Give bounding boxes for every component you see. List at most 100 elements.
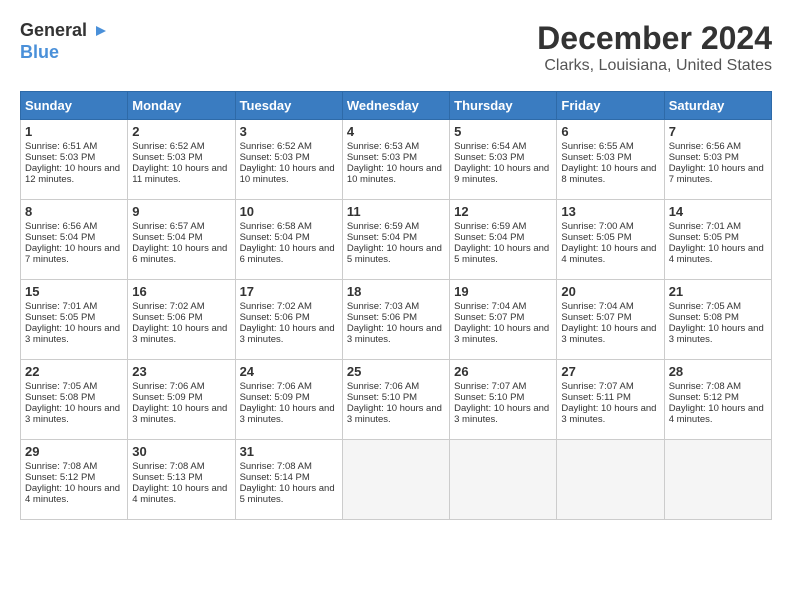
sunrise-label: Sunrise: 6:58 AM: [240, 221, 312, 232]
sunrise-label: Sunrise: 7:00 AM: [561, 221, 633, 232]
sunrise-label: Sunrise: 7:02 AM: [132, 301, 204, 312]
sunrise-label: Sunrise: 7:01 AM: [25, 301, 97, 312]
daylight-label: Daylight: 10 hours and 4 minutes.: [25, 483, 120, 505]
sunset-label: Sunset: 5:06 PM: [132, 312, 202, 323]
month-title: December 2024: [537, 20, 772, 57]
day-number: 27: [561, 364, 659, 379]
day-number: 10: [240, 204, 338, 219]
col-tuesday: Tuesday: [235, 92, 342, 120]
daylight-label: Daylight: 10 hours and 6 minutes.: [132, 243, 227, 265]
daylight-label: Daylight: 10 hours and 3 minutes.: [454, 323, 549, 345]
day-number: 31: [240, 444, 338, 459]
sunset-label: Sunset: 5:05 PM: [669, 232, 739, 243]
calendar-cell: 8 Sunrise: 6:56 AM Sunset: 5:04 PM Dayli…: [21, 200, 128, 280]
daylight-label: Daylight: 10 hours and 3 minutes.: [454, 403, 549, 425]
calendar-cell: 22 Sunrise: 7:05 AM Sunset: 5:08 PM Dayl…: [21, 360, 128, 440]
day-number: 11: [347, 204, 445, 219]
calendar-cell: 12 Sunrise: 6:59 AM Sunset: 5:04 PM Dayl…: [450, 200, 557, 280]
sunrise-label: Sunrise: 6:52 AM: [132, 141, 204, 152]
sunset-label: Sunset: 5:12 PM: [669, 392, 739, 403]
sunrise-label: Sunrise: 6:54 AM: [454, 141, 526, 152]
sunset-label: Sunset: 5:03 PM: [669, 152, 739, 163]
sunset-label: Sunset: 5:04 PM: [347, 232, 417, 243]
daylight-label: Daylight: 10 hours and 5 minutes.: [347, 243, 442, 265]
sunrise-label: Sunrise: 7:03 AM: [347, 301, 419, 312]
sunrise-label: Sunrise: 7:08 AM: [669, 381, 741, 392]
sunrise-label: Sunrise: 6:55 AM: [561, 141, 633, 152]
sunset-label: Sunset: 5:06 PM: [347, 312, 417, 323]
calendar-cell: 7 Sunrise: 6:56 AM Sunset: 5:03 PM Dayli…: [664, 120, 771, 200]
sunrise-label: Sunrise: 7:08 AM: [132, 461, 204, 472]
daylight-label: Daylight: 10 hours and 5 minutes.: [240, 483, 335, 505]
daylight-label: Daylight: 10 hours and 3 minutes.: [25, 403, 120, 425]
location: Clarks, Louisiana, United States: [537, 57, 772, 75]
calendar-cell: 10 Sunrise: 6:58 AM Sunset: 5:04 PM Dayl…: [235, 200, 342, 280]
daylight-label: Daylight: 10 hours and 4 minutes.: [669, 403, 764, 425]
daylight-label: Daylight: 10 hours and 4 minutes.: [669, 243, 764, 265]
col-friday: Friday: [557, 92, 664, 120]
calendar-cell: 31 Sunrise: 7:08 AM Sunset: 5:14 PM Dayl…: [235, 440, 342, 520]
daylight-label: Daylight: 10 hours and 3 minutes.: [240, 323, 335, 345]
sunrise-label: Sunrise: 7:08 AM: [25, 461, 97, 472]
calendar-cell: 2 Sunrise: 6:52 AM Sunset: 5:03 PM Dayli…: [128, 120, 235, 200]
sunset-label: Sunset: 5:13 PM: [132, 472, 202, 483]
calendar-week-row: 29 Sunrise: 7:08 AM Sunset: 5:12 PM Dayl…: [21, 440, 772, 520]
sunrise-label: Sunrise: 6:56 AM: [25, 221, 97, 232]
sunset-label: Sunset: 5:07 PM: [454, 312, 524, 323]
calendar-week-row: 1 Sunrise: 6:51 AM Sunset: 5:03 PM Dayli…: [21, 120, 772, 200]
day-number: 18: [347, 284, 445, 299]
day-number: 21: [669, 284, 767, 299]
sunset-label: Sunset: 5:08 PM: [669, 312, 739, 323]
day-number: 28: [669, 364, 767, 379]
sunrise-label: Sunrise: 7:01 AM: [669, 221, 741, 232]
day-number: 6: [561, 124, 659, 139]
daylight-label: Daylight: 10 hours and 7 minutes.: [669, 163, 764, 185]
calendar-cell: [664, 440, 771, 520]
sunrise-label: Sunrise: 7:06 AM: [132, 381, 204, 392]
day-number: 13: [561, 204, 659, 219]
sunset-label: Sunset: 5:12 PM: [25, 472, 95, 483]
sunset-label: Sunset: 5:04 PM: [454, 232, 524, 243]
day-number: 17: [240, 284, 338, 299]
daylight-label: Daylight: 10 hours and 5 minutes.: [454, 243, 549, 265]
calendar-cell: 13 Sunrise: 7:00 AM Sunset: 5:05 PM Dayl…: [557, 200, 664, 280]
day-number: 15: [25, 284, 123, 299]
logo-line1: General: [20, 20, 110, 42]
sunset-label: Sunset: 5:03 PM: [132, 152, 202, 163]
sunset-label: Sunset: 5:07 PM: [561, 312, 631, 323]
calendar-table: Sunday Monday Tuesday Wednesday Thursday…: [20, 91, 772, 520]
calendar-cell: 25 Sunrise: 7:06 AM Sunset: 5:10 PM Dayl…: [342, 360, 449, 440]
sunrise-label: Sunrise: 7:07 AM: [454, 381, 526, 392]
logo-text: General Blue: [20, 20, 110, 63]
sunset-label: Sunset: 5:09 PM: [240, 392, 310, 403]
calendar-week-row: 8 Sunrise: 6:56 AM Sunset: 5:04 PM Dayli…: [21, 200, 772, 280]
daylight-label: Daylight: 10 hours and 10 minutes.: [240, 163, 335, 185]
col-sunday: Sunday: [21, 92, 128, 120]
day-number: 22: [25, 364, 123, 379]
day-number: 23: [132, 364, 230, 379]
calendar-cell: 15 Sunrise: 7:01 AM Sunset: 5:05 PM Dayl…: [21, 280, 128, 360]
calendar-week-row: 22 Sunrise: 7:05 AM Sunset: 5:08 PM Dayl…: [21, 360, 772, 440]
sunset-label: Sunset: 5:08 PM: [25, 392, 95, 403]
calendar-cell: 6 Sunrise: 6:55 AM Sunset: 5:03 PM Dayli…: [557, 120, 664, 200]
calendar-cell: 11 Sunrise: 6:59 AM Sunset: 5:04 PM Dayl…: [342, 200, 449, 280]
col-saturday: Saturday: [664, 92, 771, 120]
day-number: 1: [25, 124, 123, 139]
sunset-label: Sunset: 5:11 PM: [561, 392, 631, 403]
sunset-label: Sunset: 5:05 PM: [561, 232, 631, 243]
day-number: 20: [561, 284, 659, 299]
day-number: 24: [240, 364, 338, 379]
calendar-cell: 18 Sunrise: 7:03 AM Sunset: 5:06 PM Dayl…: [342, 280, 449, 360]
daylight-label: Daylight: 10 hours and 3 minutes.: [561, 323, 656, 345]
calendar-cell: 27 Sunrise: 7:07 AM Sunset: 5:11 PM Dayl…: [557, 360, 664, 440]
logo: General Blue: [20, 20, 110, 63]
daylight-label: Daylight: 10 hours and 4 minutes.: [561, 243, 656, 265]
day-number: 25: [347, 364, 445, 379]
calendar-cell: 5 Sunrise: 6:54 AM Sunset: 5:03 PM Dayli…: [450, 120, 557, 200]
calendar-cell: [450, 440, 557, 520]
day-number: 29: [25, 444, 123, 459]
sunrise-label: Sunrise: 7:07 AM: [561, 381, 633, 392]
calendar-cell: 21 Sunrise: 7:05 AM Sunset: 5:08 PM Dayl…: [664, 280, 771, 360]
logo-arrow-icon: [92, 22, 110, 40]
sunrise-label: Sunrise: 7:06 AM: [240, 381, 312, 392]
